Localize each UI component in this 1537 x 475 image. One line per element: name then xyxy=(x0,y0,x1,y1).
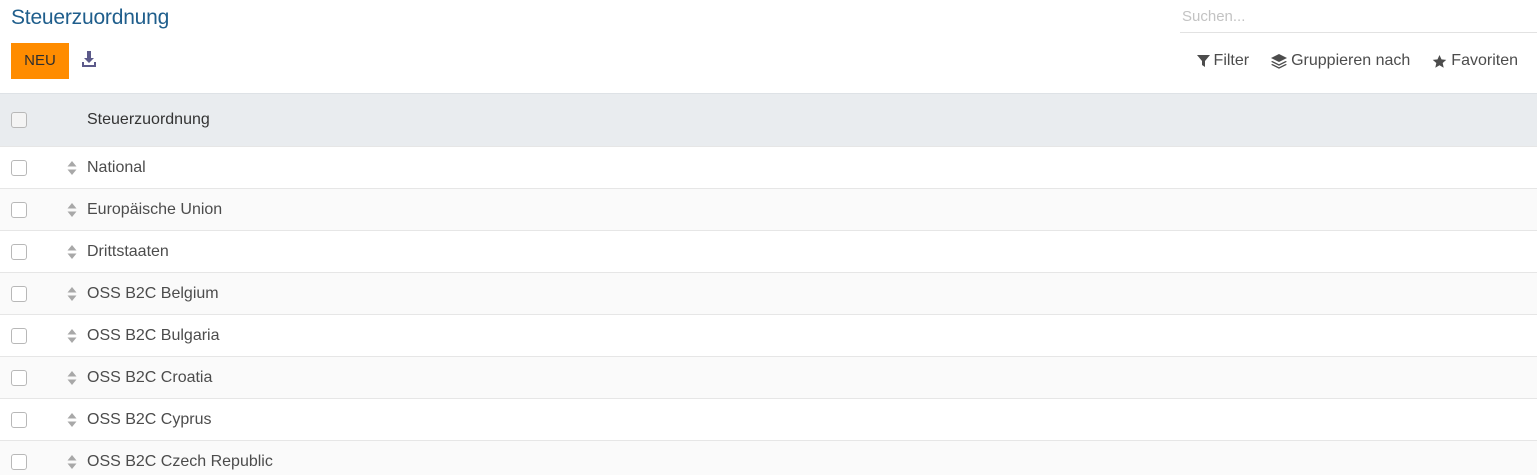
page-title: Steuerzuordnung xyxy=(11,6,170,29)
table-row[interactable]: OSS B2C Bulgaria xyxy=(0,314,1537,356)
row-checkbox[interactable] xyxy=(11,453,27,470)
row-label: OSS B2C Cyprus xyxy=(87,410,212,428)
table-row[interactable]: OSS B2C Cyprus xyxy=(0,398,1537,440)
table-row[interactable]: OSS B2C Croatia xyxy=(0,356,1537,398)
table-row[interactable]: Europäische Union xyxy=(0,188,1537,230)
filter-label: Filter xyxy=(1213,52,1250,69)
star-icon xyxy=(1433,54,1447,68)
drag-handle-icon[interactable] xyxy=(67,286,77,302)
group-by-label: Gruppieren nach xyxy=(1291,52,1411,69)
row-checkbox[interactable] xyxy=(11,243,27,260)
search-panel-options: Filter Gruppieren nach Favoriten xyxy=(1196,52,1518,70)
table-body: National Europäische Union Drittstaaten OSS… xyxy=(0,146,1537,475)
row-label: OSS B2C Croatia xyxy=(87,368,213,386)
row-checkbox[interactable] xyxy=(11,159,27,176)
row-label: Drittstaaten xyxy=(87,242,169,260)
row-label: OSS B2C Belgium xyxy=(87,284,219,302)
row-checkbox[interactable] xyxy=(11,369,27,386)
drag-handle-icon[interactable] xyxy=(67,370,77,386)
row-checkbox[interactable] xyxy=(11,327,27,344)
favorites-label: Favoriten xyxy=(1451,52,1518,69)
row-checkbox[interactable] xyxy=(11,285,27,302)
drag-handle-icon[interactable] xyxy=(67,454,77,470)
table-row[interactable]: OSS B2C Czech Republic xyxy=(0,440,1537,475)
filter-dropdown[interactable]: Filter xyxy=(1196,52,1250,70)
row-label: Europäische Union xyxy=(87,200,223,218)
download-icon[interactable] xyxy=(80,50,98,70)
row-checkbox[interactable] xyxy=(11,411,27,428)
row-label: OSS B2C Bulgaria xyxy=(87,326,220,344)
row-label: National xyxy=(87,158,146,176)
table-row[interactable]: National xyxy=(0,146,1537,188)
select-all-checkbox[interactable] xyxy=(11,112,27,128)
drag-handle-icon[interactable] xyxy=(67,328,77,344)
table-header: Steuerzuordnung xyxy=(0,93,1537,146)
drag-handle-icon[interactable] xyxy=(67,244,77,260)
column-header-steuerzuordnung[interactable]: Steuerzuordnung xyxy=(87,111,210,129)
drag-handle-icon[interactable] xyxy=(67,160,77,176)
new-button[interactable]: NEU xyxy=(11,43,69,79)
list-table: Steuerzuordnung National Europäische Unio… xyxy=(0,93,1537,475)
table-row[interactable]: OSS B2C Belgium xyxy=(0,272,1537,314)
favorites-dropdown[interactable]: Favoriten xyxy=(1432,52,1518,70)
drag-handle-icon[interactable] xyxy=(67,202,77,218)
group-by-dropdown[interactable]: Gruppieren nach xyxy=(1271,52,1410,70)
filter-icon xyxy=(1196,54,1210,67)
search-input[interactable] xyxy=(1180,0,1537,33)
table-row[interactable]: Drittstaaten xyxy=(0,230,1537,272)
layers-icon xyxy=(1271,53,1288,69)
drag-handle-icon[interactable] xyxy=(67,412,77,428)
row-checkbox[interactable] xyxy=(11,201,27,218)
row-label: OSS B2C Czech Republic xyxy=(87,452,273,470)
